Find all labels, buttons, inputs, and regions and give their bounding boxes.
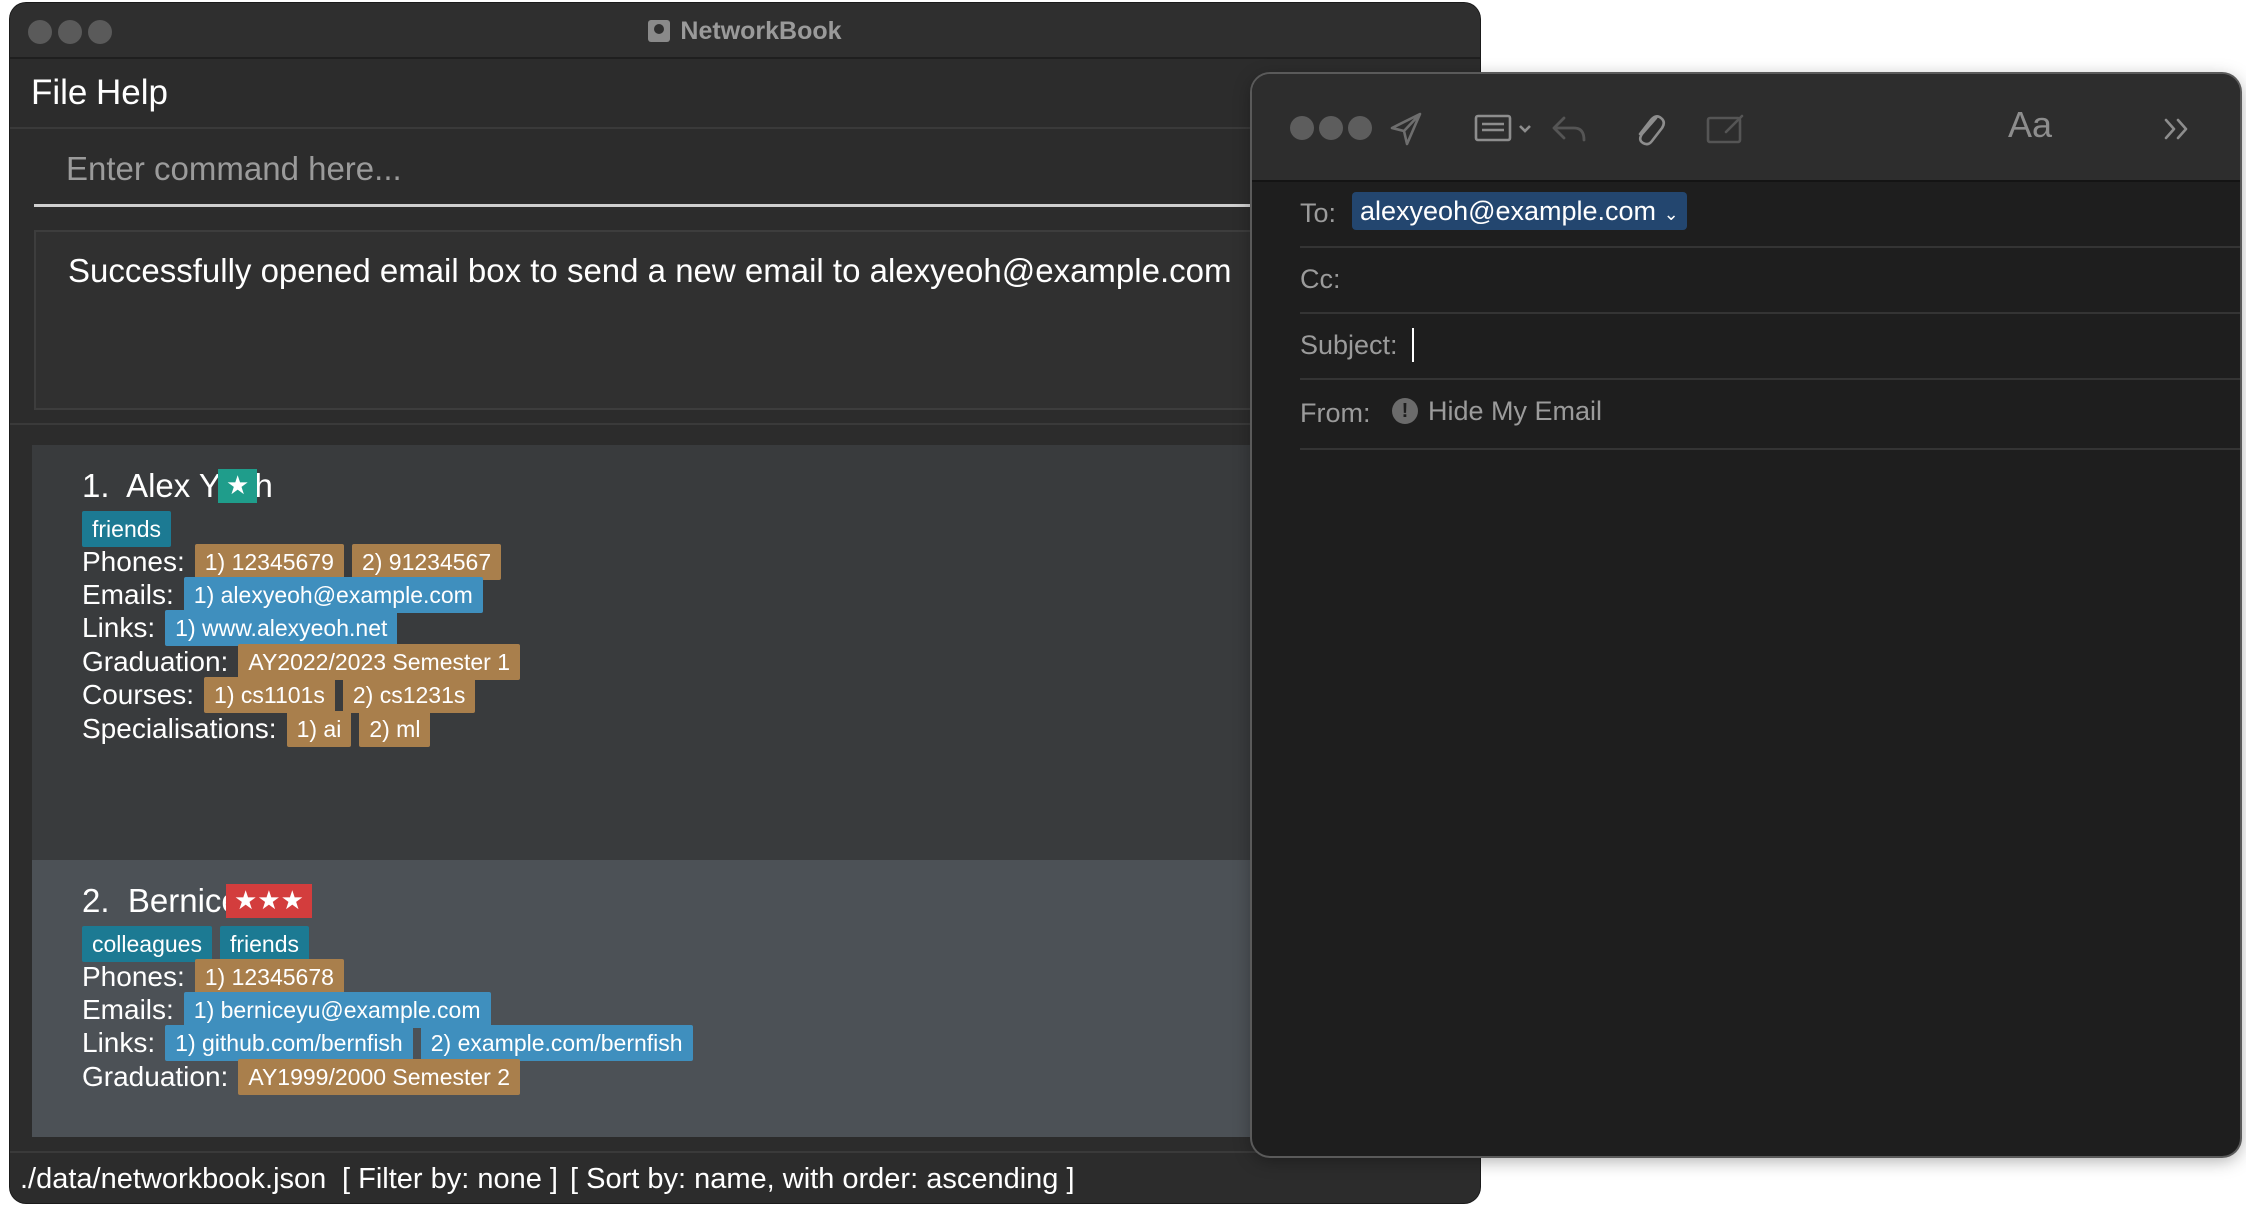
command-input[interactable]: [34, 133, 1434, 207]
phones-label: Phones:: [82, 546, 185, 577]
result-display: Successfully opened email box to send a …: [34, 230, 1454, 410]
mail-toolbar: Aa: [1252, 74, 2240, 182]
emails-label: Emails:: [82, 994, 174, 1025]
links-label: Links:: [82, 1027, 156, 1058]
link-chip[interactable]: 2) example.com/bernfish: [420, 1025, 693, 1061]
courses-row: Courses: 1) cs1101s 2) cs1231s: [82, 677, 483, 713]
mail-compose-window: Aa To: alexyeoh@example.com ⌄ Cc: Subjec…: [1252, 74, 2240, 1156]
info-icon: !: [1392, 398, 1418, 424]
tags-row: friends: [82, 511, 179, 547]
links-row: Links: 1) www.alexyeoh.net: [82, 610, 405, 646]
status-bar: ./data/networkbook.json [ Filter by: non…: [10, 1151, 1480, 1203]
graduation-chip: AY2022/2023 Semester 1: [238, 644, 521, 680]
minimize-window-button[interactable]: [1319, 116, 1343, 140]
specialisation-chip: 1) ai: [286, 711, 352, 747]
priority-star-badge: ★: [218, 469, 258, 503]
window-title-text: NetworkBook: [680, 17, 842, 45]
link-chip[interactable]: 1) www.alexyeoh.net: [165, 610, 398, 646]
graduation-label: Graduation:: [82, 1061, 229, 1092]
links-row: Links: 1) github.com/bernfish 2) example.c…: [82, 1025, 701, 1061]
chevron-down-icon: ⌄: [1663, 204, 1679, 224]
to-field-row[interactable]: To: alexyeoh@example.com ⌄: [1300, 182, 2240, 248]
menu-help[interactable]: Help: [96, 73, 168, 113]
more-chevrons-icon[interactable]: [2152, 104, 2202, 154]
contact-list[interactable]: 1. Alex Yeoh ★ friends Phones: 1) 1234567…: [32, 445, 1452, 1137]
email-chip[interactable]: 1) alexyeoh@example.com: [183, 577, 483, 613]
send-icon[interactable]: [1382, 104, 1432, 154]
tag-chip: friends: [219, 926, 310, 962]
font-format-button[interactable]: Aa: [2008, 104, 2052, 146]
from-label: From:: [1300, 398, 1371, 428]
reply-icon[interactable]: [1544, 104, 1594, 154]
graduation-label: Graduation:: [82, 646, 229, 677]
tag-chip: colleagues: [82, 926, 212, 962]
cc-field-row[interactable]: Cc:: [1300, 248, 2240, 314]
paperclip-icon[interactable]: [1624, 104, 1674, 154]
link-chip[interactable]: 1) github.com/bernfish: [165, 1025, 413, 1061]
phone-chip: 1) 12345679: [194, 544, 344, 580]
status-sort: [ Sort by: name, with order: ascending ]: [570, 1163, 1075, 1195]
course-chip: 1) cs1101s: [204, 677, 335, 713]
specialisations-row: Specialisations: 1) ai 2) ml: [82, 711, 438, 747]
emails-row: Emails: 1) alexyeoh@example.com: [82, 577, 491, 613]
phone-chip: 1) 12345678: [194, 959, 344, 995]
status-filter: [ Filter by: none ]: [342, 1163, 558, 1195]
subject-field-row[interactable]: Subject:: [1300, 314, 2240, 380]
menu-file[interactable]: File: [31, 73, 87, 113]
tag-chip: friends: [82, 511, 172, 547]
phones-label: Phones:: [82, 961, 185, 992]
emails-row: Emails: 1) berniceyu@example.com: [82, 992, 499, 1028]
close-window-button[interactable]: [1290, 116, 1314, 140]
contact-card[interactable]: 2. Bernice Yu ★★★ colleagues friends Phon…: [32, 860, 1452, 1137]
links-label: Links:: [82, 612, 156, 643]
phone-chip: 2) 91234567: [351, 544, 502, 580]
graduation-row: Graduation: AY1999/2000 Semester 2: [82, 1059, 528, 1095]
to-label: To:: [1300, 198, 1337, 228]
contact-card[interactable]: 1. Alex Yeoh ★ friends Phones: 1) 1234567…: [32, 445, 1452, 860]
text-caret: [1412, 328, 1414, 362]
from-field-row[interactable]: From: ! Hide My Email: [1300, 380, 2240, 450]
graduation-chip: AY1999/2000 Semester 2: [238, 1059, 521, 1095]
course-chip: 2) cs1231s: [342, 677, 476, 713]
courses-label: Courses:: [82, 679, 195, 710]
specialisations-label: Specialisations:: [82, 713, 277, 744]
contact-index: 1.: [82, 467, 110, 504]
title-bar: NetworkBook: [10, 3, 1480, 59]
tags-row: colleagues friends: [82, 926, 317, 962]
graduation-row: Graduation: AY2022/2023 Semester 1: [82, 644, 528, 680]
zoom-window-button[interactable]: [1348, 116, 1372, 140]
contact-index: 2.: [82, 882, 110, 919]
contacts-app-icon: [648, 20, 671, 42]
priority-star-badge: ★★★: [226, 884, 312, 918]
cc-label: Cc:: [1300, 264, 1341, 294]
status-file-path: ./data/networkbook.json: [20, 1163, 327, 1195]
recipient-token[interactable]: alexyeoh@example.com ⌄: [1352, 192, 1687, 230]
phones-row: Phones: 1) 12345678: [82, 959, 352, 995]
emails-label: Emails:: [82, 579, 174, 610]
window-title: NetworkBook: [10, 17, 1480, 46]
from-value[interactable]: Hide My Email: [1428, 396, 1602, 427]
compose-icon[interactable]: [1700, 104, 1750, 154]
phones-row: Phones: 1) 12345679 2) 91234567: [82, 544, 509, 580]
header-fields-icon[interactable]: [1470, 104, 1550, 154]
recipient-address: alexyeoh@example.com: [1360, 196, 1657, 226]
email-chip[interactable]: 1) berniceyu@example.com: [183, 992, 491, 1028]
result-message: Successfully opened email box to send a …: [68, 252, 1232, 289]
specialisation-chip: 2) ml: [359, 711, 431, 747]
subject-label: Subject:: [1300, 330, 1398, 360]
